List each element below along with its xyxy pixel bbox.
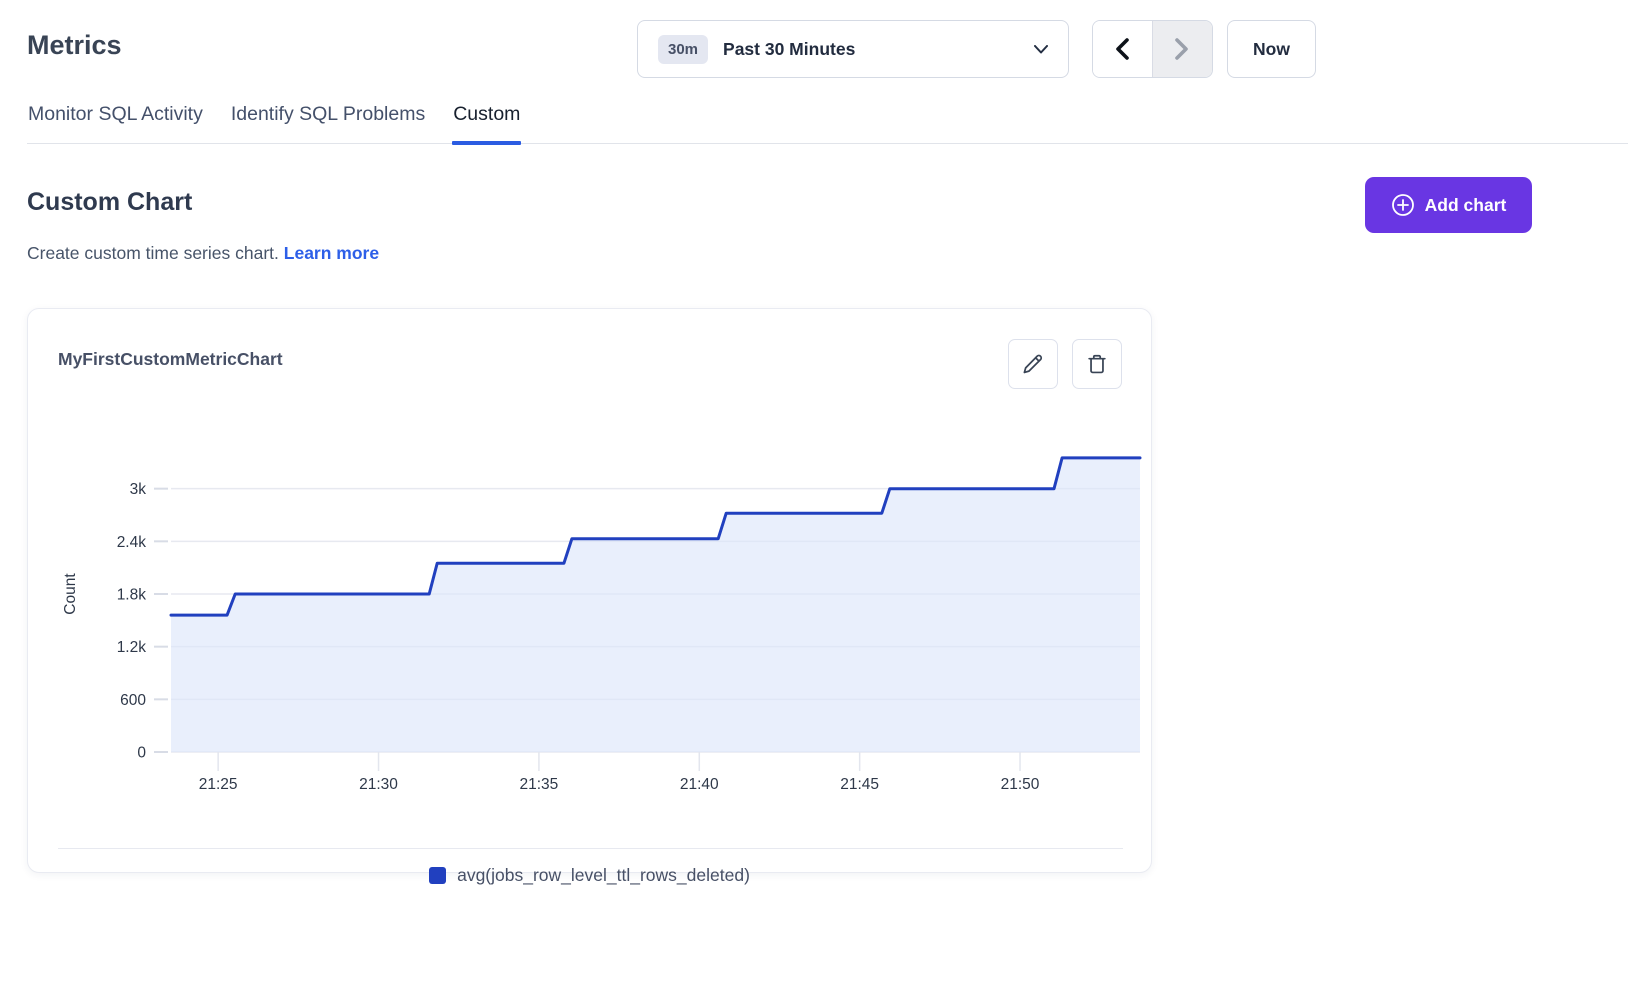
custom-chart-card: MyFirstCustomMetricChart 0 600 1.2k 1.8k 2.4… — [27, 308, 1152, 873]
chevron-down-icon — [1034, 45, 1048, 54]
time-window-badge: 30m — [658, 35, 708, 64]
tab-identify-sql-problems[interactable]: Identify SQL Problems — [230, 103, 426, 143]
x-tick-label: 21:40 — [680, 776, 719, 793]
chart-title: MyFirstCustomMetricChart — [58, 349, 283, 370]
y-axis-title: Count — [62, 573, 79, 615]
add-chart-label: Add chart — [1425, 195, 1507, 216]
legend-label: avg(jobs_row_level_ttl_rows_deleted) — [457, 865, 750, 886]
time-window-label: Past 30 Minutes — [723, 39, 855, 60]
x-tick-label: 21:45 — [840, 776, 879, 793]
now-button[interactable]: Now — [1227, 20, 1316, 78]
previous-time-button[interactable] — [1093, 21, 1153, 77]
plus-circle-icon — [1391, 193, 1415, 217]
tab-custom[interactable]: Custom — [452, 103, 521, 143]
pencil-icon — [1022, 353, 1044, 375]
metrics-page: Metrics 30m Past 30 Minutes Now Monitor … — [0, 0, 1650, 982]
y-tick-label: 1.2k — [117, 639, 147, 656]
y-tick-label: 0 — [137, 745, 146, 762]
chevron-left-icon — [1114, 37, 1130, 61]
section-subtitle: Create custom time series chart. Learn m… — [27, 243, 379, 264]
chart-legend: avg(jobs_row_level_ttl_rows_deleted) — [28, 865, 1151, 886]
y-tick-label: 2.4k — [117, 534, 147, 551]
x-tick-label: 21:50 — [1001, 776, 1040, 793]
page-title: Metrics — [27, 30, 122, 61]
x-tick-label: 21:25 — [199, 776, 238, 793]
series-area-fill — [171, 458, 1140, 752]
y-tick-label: 1.8k — [117, 587, 147, 604]
y-tick-label: 3k — [130, 481, 147, 498]
time-window-selector[interactable]: 30m Past 30 Minutes — [637, 20, 1069, 78]
subtitle-text: Create custom time series chart. — [27, 243, 279, 263]
tab-monitor-sql-activity[interactable]: Monitor SQL Activity — [27, 103, 204, 143]
edit-chart-button[interactable] — [1008, 339, 1058, 389]
tab-bar: Monitor SQL Activity Identify SQL Proble… — [27, 103, 1628, 144]
trash-icon — [1086, 353, 1108, 375]
section-title: Custom Chart — [27, 188, 192, 217]
legend-swatch — [429, 867, 446, 884]
learn-more-link[interactable]: Learn more — [284, 243, 379, 263]
chevron-right-icon — [1174, 37, 1190, 61]
y-tick-label: 600 — [120, 692, 146, 709]
add-chart-button[interactable]: Add chart — [1365, 177, 1532, 233]
card-divider — [58, 848, 1123, 849]
delete-chart-button[interactable] — [1072, 339, 1122, 389]
x-tick-label: 21:30 — [359, 776, 398, 793]
x-tick-label: 21:35 — [520, 776, 559, 793]
time-nav-group — [1092, 20, 1213, 78]
custom-chart: 0 600 1.2k 1.8k 2.4k 3k 21:25 21:30 21:35 21:40 21… — [28, 401, 1151, 801]
next-time-button[interactable] — [1153, 21, 1213, 77]
